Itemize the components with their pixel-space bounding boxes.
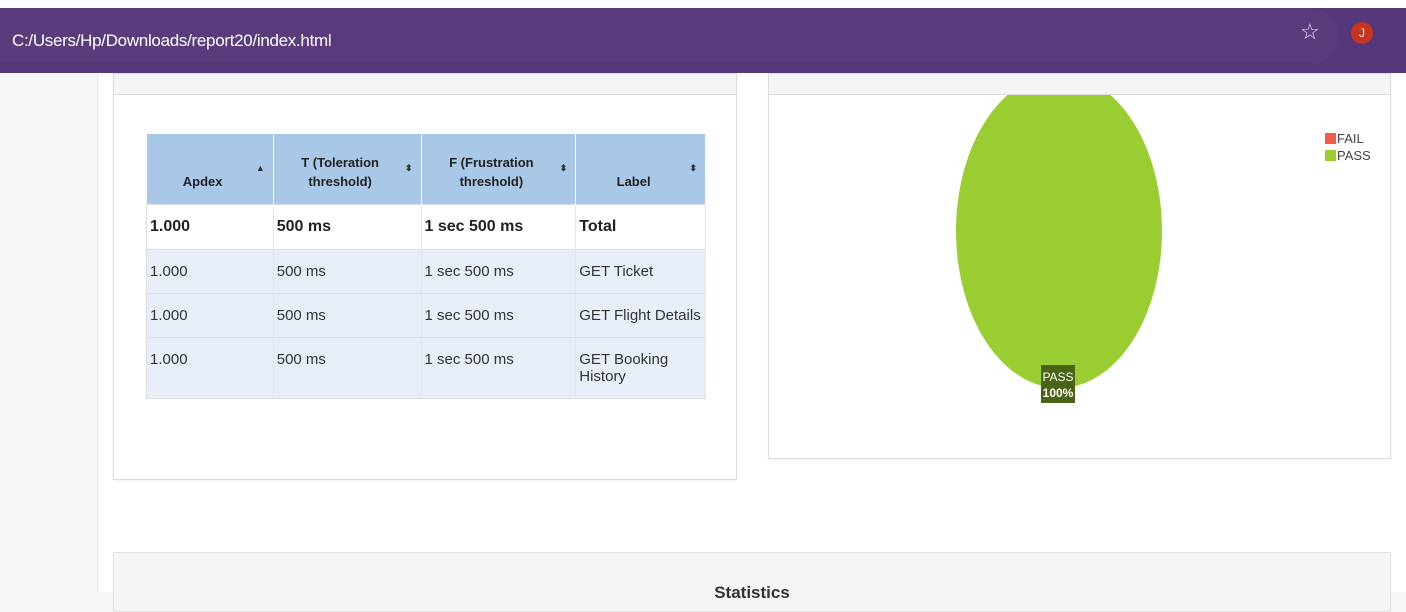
cell-frustration: 1 sec 500 ms [421, 203, 577, 249]
pie-slice-label: PASS 100% [1041, 365, 1075, 403]
sort-both-icon[interactable]: ⬍ [689, 164, 697, 173]
table-row-total: 1.000 500 ms 1 sec 500 ms Total [146, 203, 706, 249]
legend-label: FAIL [1337, 131, 1364, 146]
apdex-table: Apdex ▲ T (Toleration threshold) ⬍ F (Fr… [146, 134, 706, 399]
omnibox[interactable]: C:/Users/Hp/Downloads/report20/index.htm… [0, 8, 1338, 63]
table-row: 1.000 500 ms 1 sec 500 ms GET Flight Det… [146, 292, 706, 337]
cell-apdex: 1.000 [146, 292, 274, 337]
column-header-frustration[interactable]: F (Frustration threshold) ⬍ [421, 134, 577, 204]
tab-strip [0, 0, 1406, 8]
requests-summary-panel: PASS 100% FAIL PASS [768, 73, 1391, 459]
legend-swatch [1325, 150, 1336, 161]
pie-label-percent: 100% [1043, 386, 1074, 400]
pie-slice-pass[interactable] [956, 95, 1162, 388]
apdex-panel: Apdex ▲ T (Toleration threshold) ⬍ F (Fr… [113, 73, 737, 480]
column-header-label: Apdex [182, 173, 223, 189]
table-row: 1.000 500 ms 1 sec 500 ms GET Ticket [146, 248, 706, 293]
legend-label: PASS [1337, 148, 1371, 163]
cell-toleration: 500 ms [273, 292, 422, 337]
left-gutter [0, 73, 98, 592]
apdex-panel-header [114, 74, 736, 95]
cell-label: Total [575, 203, 706, 249]
statistics-title: Statistics [714, 583, 790, 602]
column-header-label: T (Toleration threshold) [301, 154, 379, 189]
cell-frustration: 1 sec 500 ms [421, 336, 577, 399]
cell-frustration: 1 sec 500 ms [421, 292, 577, 337]
statistics-panel: Statistics [113, 552, 1391, 612]
sort-both-icon[interactable]: ⬍ [405, 164, 413, 173]
cell-apdex: 1.000 [146, 248, 274, 293]
column-header-label: Label [616, 173, 651, 189]
bookmark-star-icon[interactable]: ☆ [1300, 21, 1320, 43]
cell-label: GET Flight Details [575, 292, 706, 337]
cell-label: GET Booking History [575, 336, 706, 399]
sort-both-icon[interactable]: ⬍ [560, 164, 568, 173]
requests-summary-panel-header [769, 74, 1390, 95]
profile-avatar[interactable]: J [1351, 22, 1373, 44]
url-text[interactable]: C:/Users/Hp/Downloads/report20/index.htm… [12, 31, 332, 51]
table-row: 1.000 500 ms 1 sec 500 ms GET Booking Hi… [146, 336, 706, 399]
pie-chart: PASS 100% [956, 95, 1162, 403]
legend-swatch [1325, 133, 1336, 144]
column-header-apdex[interactable]: Apdex ▲ [146, 134, 274, 204]
legend-item-fail[interactable]: FAIL [1325, 130, 1371, 147]
cell-frustration: 1 sec 500 ms [421, 248, 577, 293]
cell-toleration: 500 ms [273, 336, 422, 399]
column-header-label: F (Frustration threshold) [449, 154, 534, 189]
column-header-label-col[interactable]: Label ⬍ [575, 134, 706, 204]
browser-address-bar: C:/Users/Hp/Downloads/report20/index.htm… [0, 0, 1406, 73]
cell-toleration: 500 ms [273, 248, 422, 293]
pie-legend: FAIL PASS [1325, 130, 1371, 164]
pie-label-name: PASS [1042, 370, 1073, 384]
apdex-table-header-row: Apdex ▲ T (Toleration threshold) ⬍ F (Fr… [146, 134, 706, 204]
cell-toleration: 500 ms [273, 203, 422, 249]
column-header-toleration[interactable]: T (Toleration threshold) ⬍ [273, 134, 422, 204]
sort-ascending-icon[interactable]: ▲ [256, 164, 265, 173]
cell-apdex: 1.000 [146, 203, 274, 249]
cell-label: GET Ticket [575, 248, 706, 293]
cell-apdex: 1.000 [146, 336, 274, 399]
legend-item-pass[interactable]: PASS [1325, 147, 1371, 164]
